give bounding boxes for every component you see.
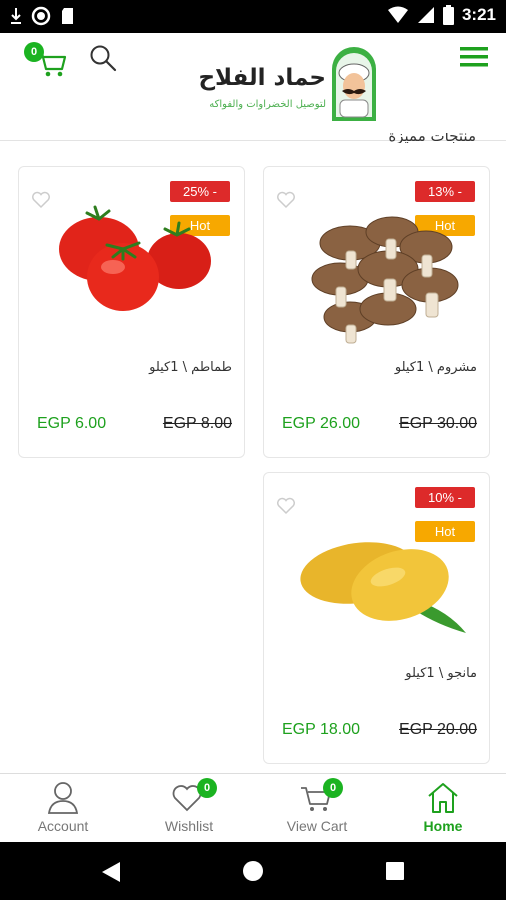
signal-icon <box>417 7 434 23</box>
bottom-navigation: Account 0 Wishlist 0 View Cart Home <box>0 773 506 842</box>
download-icon <box>11 8 21 24</box>
header-cart-button[interactable]: 0 <box>24 41 68 81</box>
cart-badge: 0 <box>323 778 343 798</box>
hamburger-menu-icon <box>460 47 488 67</box>
product-name: مشروم \ 1كيلو <box>394 360 477 375</box>
nav-account[interactable]: Account <box>8 780 118 834</box>
nav-view-cart[interactable]: 0 View Cart <box>262 778 372 834</box>
wishlist-badge: 0 <box>197 778 217 798</box>
brand-logo: حماد الفلاح لتوصيل الخضراوات والفواكه <box>198 43 386 123</box>
nav-home-label: Home <box>423 818 463 834</box>
product-name: طماطم \ 1كيلو <box>149 360 232 375</box>
logo-subtitle: لتوصيل الخضراوات والفواكه <box>209 99 326 110</box>
system-navigation-bar <box>0 842 506 900</box>
record-icon <box>31 6 51 26</box>
status-icons-right: 3:21 <box>387 5 496 25</box>
product-card-mushroom[interactable]: 13% - Hot مشروم \ 1كيلو EGP 26.00 EGP 30… <box>263 166 490 458</box>
nav-account-label: Account <box>37 818 89 834</box>
product-old-price: EGP 20.00 <box>399 721 477 738</box>
nav-wishlist-icon-wrap: 0 <box>169 778 217 814</box>
nav-home-icon-wrap <box>423 780 463 814</box>
nav-wishlist[interactable]: 0 Wishlist <box>134 778 244 834</box>
header-cart-badge: 0 <box>24 42 44 62</box>
product-card-tomato[interactable]: 25% - Hot طماطم \ 1كيلو EGP 6.00 EGP 8.0… <box>18 166 245 458</box>
search-button[interactable] <box>88 43 118 77</box>
home-circle-icon[interactable] <box>242 860 264 882</box>
status-icons-left <box>10 6 75 26</box>
product-price: EGP 6.00 <box>37 415 107 432</box>
tomato-image <box>59 205 211 311</box>
mango-image <box>300 542 466 633</box>
user-icon <box>47 782 79 814</box>
logo-title: حماد الفلاح <box>198 65 326 91</box>
search-icon <box>90 45 117 72</box>
back-icon[interactable] <box>100 860 122 884</box>
home-icon <box>428 783 458 813</box>
sd-card-icon <box>62 8 73 24</box>
product-old-price: EGP 30.00 <box>399 415 477 432</box>
product-name: مانجو \ 1كيلو <box>405 666 477 681</box>
product-old-price: EGP 8.00 <box>162 415 232 432</box>
recents-icon[interactable] <box>385 861 405 881</box>
wifi-icon <box>387 6 408 23</box>
mushroom-image <box>311 216 459 344</box>
product-price: EGP 26.00 <box>282 415 360 432</box>
product-card-mango[interactable]: 10% - Hot مانجو \ 1كيلو EGP 18.00 EGP 20… <box>263 472 490 764</box>
app-screen: 3:21 0 حماد الفلاح لتوصيل الخضراوات والف… <box>0 0 506 900</box>
nav-account-icon-wrap <box>43 780 83 814</box>
nav-home[interactable]: Home <box>388 780 498 834</box>
product-price: EGP 18.00 <box>282 721 360 738</box>
nav-cart-icon-wrap: 0 <box>297 778 343 814</box>
section-title: منتجات مميزة <box>388 133 476 143</box>
menu-button[interactable] <box>460 45 488 73</box>
farmer-logo-icon <box>332 47 376 121</box>
status-bar: 3:21 <box>0 0 506 33</box>
battery-icon <box>442 5 454 25</box>
nav-view-cart-label: View Cart <box>286 818 348 834</box>
nav-wishlist-label: Wishlist <box>164 818 214 834</box>
status-time: 3:21 <box>461 5 496 24</box>
app-header: 0 حماد الفلاح لتوصيل الخضراوات والفواكه <box>0 33 506 141</box>
